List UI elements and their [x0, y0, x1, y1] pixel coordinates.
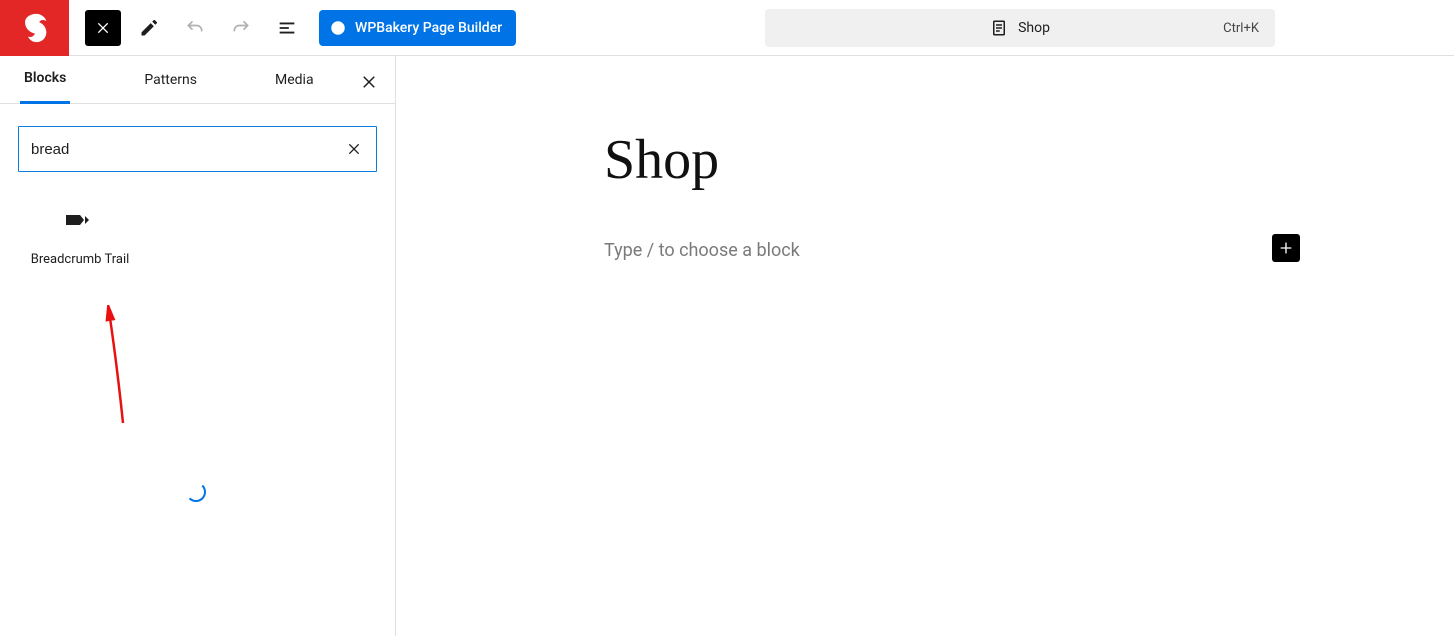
- breadcrumb-icon: [30, 208, 130, 232]
- tools-button[interactable]: [131, 10, 167, 46]
- dragon-icon: [18, 11, 52, 45]
- site-logo-button[interactable]: [0, 0, 69, 56]
- wpbakery-button[interactable]: WPBakery Page Builder: [319, 10, 516, 46]
- undo-icon: [185, 18, 205, 38]
- block-search-input[interactable]: [31, 141, 344, 158]
- annotation-arrow-icon: [95, 305, 135, 425]
- editor-canvas: Shop Type / to choose a block: [396, 56, 1454, 636]
- command-palette-shortcut: Ctrl+K: [1223, 21, 1259, 36]
- block-result-breadcrumb-trail[interactable]: Breadcrumb Trail: [30, 208, 130, 269]
- tab-media[interactable]: Media: [271, 56, 318, 104]
- list-view-icon: [276, 17, 298, 39]
- add-block-button[interactable]: [1272, 234, 1300, 262]
- wpbakery-label: WPBakery Page Builder: [355, 20, 502, 36]
- document-overview-button[interactable]: [269, 10, 305, 46]
- close-icon: [346, 141, 362, 157]
- block-inserter-panel: Blocks Patterns Media Breadcrumb Trail: [0, 56, 396, 636]
- close-icon: [360, 73, 378, 91]
- tab-blocks[interactable]: Blocks: [20, 56, 70, 104]
- close-icon: [95, 20, 111, 36]
- tab-patterns[interactable]: Patterns: [140, 56, 201, 104]
- inserter-tabs: Blocks Patterns Media: [0, 56, 395, 104]
- redo-icon: [231, 18, 251, 38]
- wpbakery-icon: [329, 19, 347, 37]
- topbar: WPBakery Page Builder Shop Ctrl+K: [0, 0, 1454, 56]
- loading-spinner-icon: [186, 482, 206, 502]
- undo-button[interactable]: [177, 10, 213, 46]
- redo-button[interactable]: [223, 10, 259, 46]
- block-placeholder[interactable]: Type / to choose a block: [604, 240, 800, 261]
- command-palette-title: Shop: [1018, 20, 1050, 36]
- close-panel-button[interactable]: [357, 70, 381, 94]
- block-result-label: Breadcrumb Trail: [30, 252, 130, 269]
- command-palette-button[interactable]: Shop Ctrl+K: [765, 9, 1275, 47]
- plus-icon: [1278, 240, 1294, 256]
- close-inserter-button[interactable]: [85, 10, 121, 46]
- edit-icon: [139, 18, 159, 38]
- page-title[interactable]: Shop: [604, 128, 1454, 192]
- page-icon: [990, 19, 1008, 37]
- block-search-box: [18, 126, 377, 172]
- clear-search-button[interactable]: [344, 139, 364, 159]
